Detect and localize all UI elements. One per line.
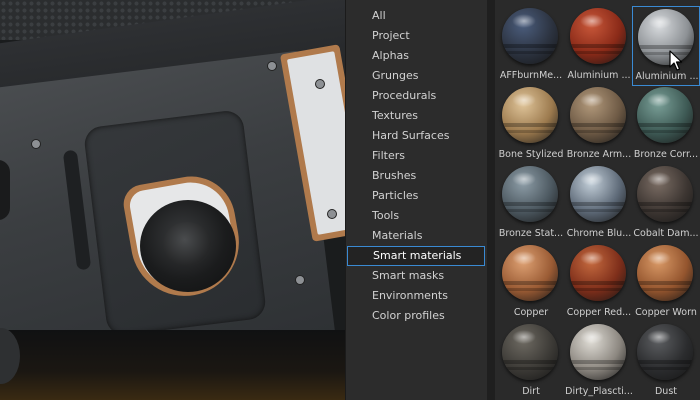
category-item[interactable]: Alphas bbox=[346, 46, 487, 66]
category-item[interactable]: Hard Surfaces bbox=[346, 126, 487, 146]
material-label: Dirt bbox=[522, 386, 540, 397]
material-label: Aluminium ... bbox=[567, 70, 631, 81]
material-preview-sphere bbox=[637, 87, 693, 143]
material-label: Copper bbox=[513, 307, 549, 318]
category-item[interactable]: Color profiles bbox=[346, 306, 487, 326]
category-item[interactable]: Filters bbox=[346, 146, 487, 166]
material-tile[interactable]: Bone Stylized bbox=[497, 85, 565, 165]
material-tile[interactable]: Copper Red... bbox=[565, 243, 633, 323]
screw bbox=[316, 80, 324, 88]
material-label: Copper Red... bbox=[566, 307, 632, 318]
screw bbox=[32, 140, 40, 148]
screw bbox=[328, 210, 336, 218]
category-item[interactable]: Textures bbox=[346, 106, 487, 126]
mouse-cursor-icon bbox=[669, 50, 683, 71]
knob-cap bbox=[163, 222, 211, 266]
material-label: AFFburnMe... bbox=[499, 70, 563, 81]
material-label: Dirty_Plascti... bbox=[565, 386, 633, 397]
material-preview-sphere bbox=[502, 324, 558, 380]
material-preview-sphere bbox=[502, 87, 558, 143]
material-label: Bronze Arm... bbox=[566, 149, 632, 160]
material-preview-sphere bbox=[638, 9, 694, 65]
viewport-3d[interactable] bbox=[0, 0, 345, 400]
material-tile[interactable]: Bronze Corr... bbox=[632, 85, 700, 165]
category-item[interactable]: Smart materials bbox=[347, 246, 485, 266]
material-preview-sphere bbox=[637, 324, 693, 380]
category-item[interactable]: Materials bbox=[346, 226, 487, 246]
material-label: Aluminium ... bbox=[635, 71, 699, 82]
material-label: Bronze Corr... bbox=[633, 149, 699, 160]
material-label: Dust bbox=[654, 386, 677, 397]
material-tile[interactable]: Dust bbox=[632, 322, 700, 400]
category-item[interactable]: All bbox=[346, 6, 487, 26]
shelf-categories: All Project Alphas Grunges Procedurals Textur… bbox=[345, 0, 487, 400]
category-item[interactable]: Environments bbox=[346, 286, 487, 306]
material-preview-sphere bbox=[502, 8, 558, 64]
material-tile[interactable]: Aluminium ... bbox=[565, 6, 633, 86]
material-preview-sphere bbox=[570, 166, 626, 222]
category-item[interactable]: Project bbox=[346, 26, 487, 46]
category-item[interactable]: Smart masks bbox=[346, 266, 487, 286]
material-label: Chrome Blu... bbox=[566, 228, 632, 239]
material-preview-sphere bbox=[570, 245, 626, 301]
category-item[interactable]: Brushes bbox=[346, 166, 487, 186]
category-item[interactable]: Grunges bbox=[346, 66, 487, 86]
material-tile[interactable]: Dirty_Plascti... bbox=[565, 322, 633, 400]
category-item[interactable]: Tools bbox=[346, 206, 487, 226]
screw bbox=[268, 62, 276, 70]
side-dial bbox=[0, 160, 10, 220]
material-preview-sphere bbox=[637, 166, 693, 222]
category-list: All Project Alphas Grunges Procedurals Textur… bbox=[346, 0, 487, 326]
material-label: Bronze Stat... bbox=[498, 228, 564, 239]
material-tile[interactable]: Bronze Stat... bbox=[497, 164, 565, 244]
material-tile[interactable]: Aluminium ... bbox=[632, 6, 700, 86]
material-preview-sphere bbox=[570, 87, 626, 143]
material-label: Bone Stylized bbox=[498, 149, 564, 160]
material-label: Copper Worn bbox=[635, 307, 697, 318]
material-tile[interactable]: Bronze Arm... bbox=[565, 85, 633, 165]
material-preview-sphere bbox=[570, 324, 626, 380]
category-item[interactable]: Procedurals bbox=[346, 86, 487, 106]
category-item[interactable]: Particles bbox=[346, 186, 487, 206]
viewport-floor bbox=[0, 330, 345, 400]
material-preview-sphere bbox=[502, 166, 558, 222]
material-preview-sphere bbox=[502, 245, 558, 301]
material-tile[interactable]: Dirt bbox=[497, 322, 565, 400]
material-preview-sphere bbox=[570, 8, 626, 64]
material-preview-sphere bbox=[637, 245, 693, 301]
material-tile[interactable]: Cobalt Dam... bbox=[632, 164, 700, 244]
screw bbox=[296, 276, 304, 284]
material-tile[interactable]: Chrome Blu... bbox=[565, 164, 633, 244]
material-tile[interactable]: Copper bbox=[497, 243, 565, 323]
material-tile[interactable]: Copper Worn bbox=[632, 243, 700, 323]
material-label: Cobalt Dam... bbox=[633, 228, 699, 239]
panel-divider[interactable] bbox=[487, 0, 495, 400]
material-tile[interactable]: AFFburnMe... bbox=[497, 6, 565, 86]
